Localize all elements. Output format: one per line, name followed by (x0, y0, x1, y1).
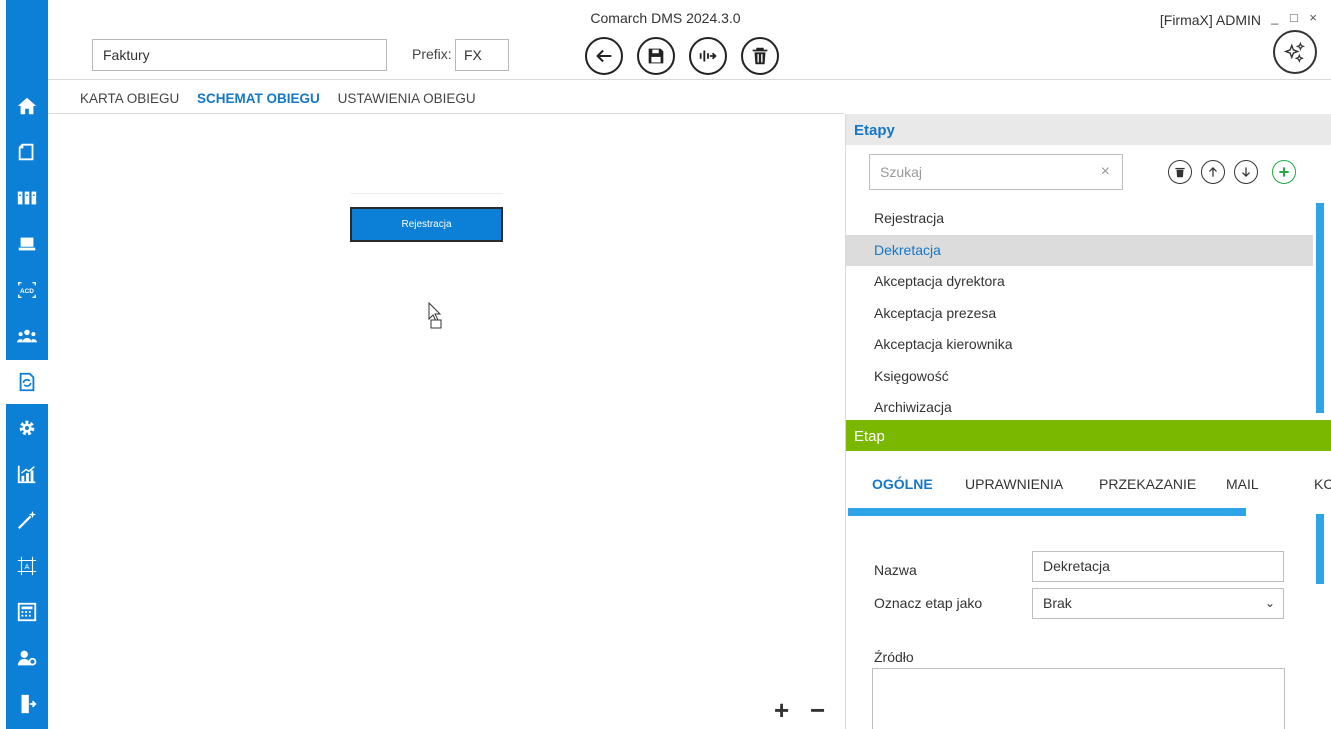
move-down-button[interactable] (1234, 160, 1258, 184)
zoom-out-button[interactable]: − (810, 697, 825, 723)
prefix-label: Prefix: (412, 46, 452, 62)
app-title: Comarch DMS 2024.3.0 (590, 10, 741, 26)
user-settings-icon[interactable] (6, 636, 48, 680)
workflow-icon[interactable] (6, 360, 48, 404)
mouse-cursor-icon (428, 302, 442, 329)
right-panel: Etapy Szukaj × Rejestracja Dekretacja Ak… (845, 114, 1331, 729)
svg-text:ACD: ACD (20, 288, 34, 295)
stage-search-input[interactable]: Szukaj × (869, 154, 1123, 190)
delete-stage-button[interactable] (1168, 160, 1192, 184)
main-tabs: KARTA OBIEGU SCHEMAT OBIEGU USTAWIENIA O… (80, 91, 490, 106)
subtab-kc[interactable]: KC (1314, 476, 1331, 492)
nazwa-label: Nazwa (874, 562, 917, 578)
nazwa-input[interactable]: Dekretacja (1032, 551, 1284, 582)
tab-ustawienia-obiegu[interactable]: USTAWIENIA OBIEGU (338, 91, 476, 106)
subtab-przekazanie[interactable]: PRZEKAZANIE (1099, 476, 1196, 492)
process-name-input[interactable]: Faktury (92, 39, 387, 71)
etap-subtabs: OGÓLNE UPRAWNIENIA PRZEKAZANIE MAIL KC (846, 476, 1331, 500)
save-icon (648, 48, 664, 64)
oznacz-label: Oznacz etap jako (874, 595, 983, 611)
stage-list-scrollbar[interactable] (1316, 203, 1324, 413)
wand-icon[interactable] (6, 498, 48, 542)
save-button[interactable] (637, 37, 675, 75)
laptop-icon[interactable] (6, 222, 48, 266)
zoom-in-button[interactable]: + (774, 697, 789, 723)
magic-icon (1283, 41, 1306, 63)
stage-item[interactable]: Archiwizacja (846, 392, 1313, 424)
stage-list: Rejestracja Dekretacja Akceptacja dyrekt… (846, 203, 1313, 424)
zrodlo-label: Źródło (874, 649, 914, 665)
plus-icon (1279, 167, 1289, 177)
node-shadow (350, 193, 503, 194)
sidebar: ACD A (0, 0, 48, 729)
user-info: [FirmaX] ADMIN (1159, 12, 1261, 28)
stage-item[interactable]: Akceptacja kierownika (846, 329, 1313, 361)
settings-icon[interactable] (6, 406, 48, 450)
tab-schemat-obiegu[interactable]: SCHEMAT OBIEGU (197, 91, 320, 106)
stage-item[interactable]: Rejestracja (846, 203, 1313, 235)
magic-button[interactable] (1273, 30, 1317, 74)
window-controls[interactable]: _ □ × (1271, 10, 1321, 25)
stage-item-selected[interactable]: Dekretacja (846, 234, 1313, 266)
subtab-uprawnienia[interactable]: UPRAWNIENIA (965, 476, 1063, 492)
prefix-input[interactable]: FX (455, 39, 509, 71)
delete-button[interactable] (741, 37, 779, 75)
merge-button[interactable] (689, 37, 727, 75)
clear-search-icon[interactable]: × (1101, 155, 1110, 189)
zrodlo-textarea[interactable] (872, 668, 1285, 729)
exit-icon[interactable] (6, 682, 48, 726)
back-button[interactable] (585, 37, 623, 75)
delete-icon (752, 47, 768, 65)
chevron-down-icon: ⌄ (1264, 596, 1275, 610)
arrow-down-icon (1242, 167, 1250, 177)
etap-header: Etap (846, 420, 1331, 451)
calculator-icon[interactable] (6, 590, 48, 634)
stage-item[interactable]: Akceptacja dyrektora (846, 266, 1313, 298)
oznacz-select[interactable]: Brak ⌄ (1032, 588, 1284, 619)
subtab-mail[interactable]: MAIL (1226, 476, 1259, 492)
stage-item[interactable]: Akceptacja prezesa (846, 298, 1313, 330)
move-up-button[interactable] (1201, 160, 1225, 184)
documents-icon[interactable] (6, 130, 48, 174)
acd-icon[interactable]: ACD (6, 268, 48, 312)
reports-icon[interactable] (6, 452, 48, 496)
search-placeholder: Szukaj (880, 164, 923, 180)
home-icon[interactable] (6, 84, 48, 128)
stage-node-rejestracja[interactable]: Rejestracja (350, 207, 503, 242)
back-icon (596, 49, 612, 63)
binders-icon[interactable] (6, 176, 48, 220)
tab-karta-obiegu[interactable]: KARTA OBIEGU (80, 91, 179, 106)
subtab-ogolne[interactable]: OGÓLNE (872, 476, 933, 492)
svg-text:A: A (25, 562, 30, 571)
stage-item[interactable]: Księgowość (846, 361, 1313, 393)
etapy-header: Etapy (846, 114, 1331, 145)
users-icon[interactable] (6, 314, 48, 358)
etap-scrollbar[interactable] (1316, 514, 1324, 584)
add-stage-button[interactable] (1272, 160, 1296, 184)
arrow-up-icon (1209, 167, 1217, 177)
merge-icon (699, 50, 717, 62)
oznacz-select-value: Brak (1043, 595, 1072, 611)
trash-icon (1175, 167, 1185, 178)
subtab-indicator (848, 508, 1246, 516)
template-icon[interactable]: A (6, 544, 48, 588)
